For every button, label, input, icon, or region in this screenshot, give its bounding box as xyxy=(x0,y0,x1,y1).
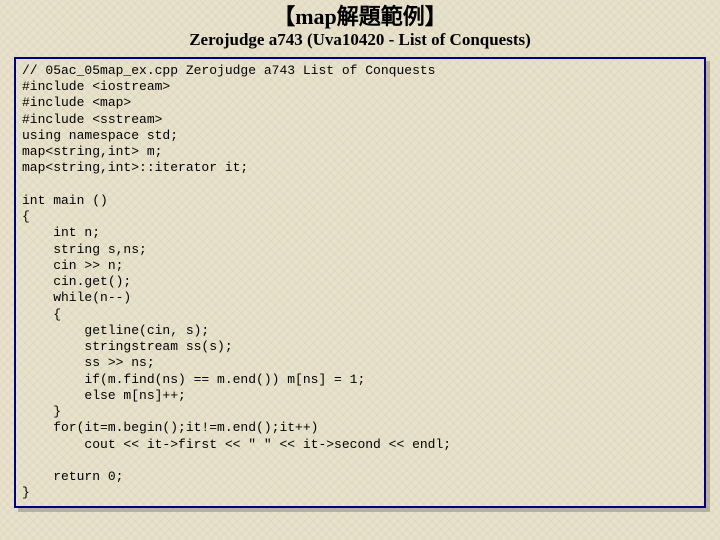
slide-subtitle: Zerojudge a743 (Uva10420 - List of Conqu… xyxy=(0,30,720,50)
slide-header: 【map解題範例】 Zerojudge a743 (Uva10420 - Lis… xyxy=(0,0,720,51)
code-block: // 05ac_05map_ex.cpp Zerojudge a743 List… xyxy=(22,63,698,502)
slide-title: 【map解題範例】 xyxy=(0,4,720,30)
code-container: // 05ac_05map_ex.cpp Zerojudge a743 List… xyxy=(14,57,706,508)
